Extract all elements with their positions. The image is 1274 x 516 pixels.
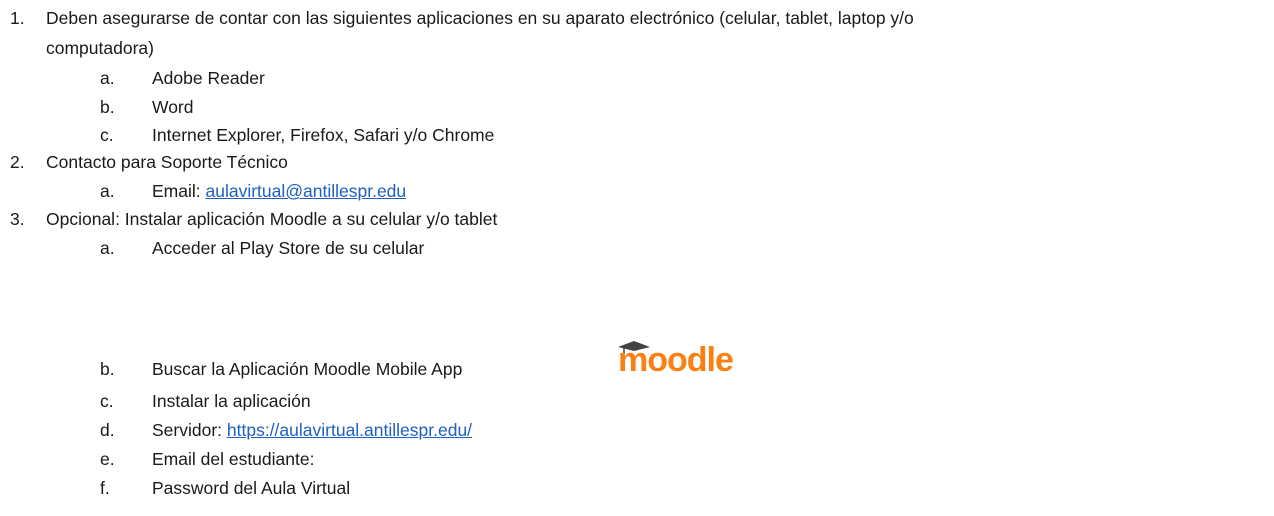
subitem-letter: a.: [100, 181, 115, 201]
subitem-text: Instalar la aplicación: [152, 391, 311, 411]
subitem-text: Adobe Reader: [152, 68, 265, 88]
subitem-text: Acceder al Play Store de su celular: [152, 238, 425, 258]
email-label: Email:: [152, 181, 206, 201]
subitem-text: Servidor: https://aulavirtual.antillespr…: [152, 418, 472, 442]
moodle-logo-svg: moodle: [618, 341, 734, 379]
subitem-letter: b.: [100, 359, 115, 379]
subitem-letter: c.: [100, 125, 114, 145]
subitem-letter: c.: [100, 391, 114, 411]
server-label: Servidor:: [152, 420, 227, 440]
moodle-logo-text: moodle: [618, 341, 733, 377]
item-text: Opcional: Instalar aplicación Moodle a s…: [46, 209, 498, 229]
subitem-letter: f.: [100, 478, 110, 498]
support-email-link[interactable]: aulavirtual@antillespr.edu: [205, 181, 406, 201]
moodle-logo: moodle: [616, 337, 786, 379]
subitem-text: Email del estudiante:: [152, 449, 315, 469]
item-text: Deben asegurarse de contar con las sigui…: [46, 8, 914, 28]
subitem-text: Buscar la Aplicación Moodle Mobile App: [152, 359, 463, 379]
subitem-letter: a.: [100, 238, 115, 258]
subitem-text: Word: [152, 97, 194, 117]
item-text: Contacto para Soporte Técnico: [46, 152, 288, 172]
subitem-text: Internet Explorer, Firefox, Safari y/o C…: [152, 125, 495, 145]
subitem-letter: d.: [100, 420, 115, 440]
subitem-letter: e.: [100, 449, 115, 469]
item-text-continued: computadora): [46, 38, 154, 58]
subitem-letter: a.: [100, 68, 115, 88]
subitem-letter: b.: [100, 97, 115, 117]
item-number: 3.: [10, 209, 25, 229]
item-number: 2.: [10, 152, 25, 172]
subitem-text: Email: aulavirtual@antillespr.edu: [152, 179, 406, 203]
subitem-text: Password del Aula Virtual: [152, 478, 351, 498]
item-number: 1.: [10, 8, 25, 28]
server-url-link[interactable]: https://aulavirtual.antillespr.edu/: [227, 420, 472, 440]
